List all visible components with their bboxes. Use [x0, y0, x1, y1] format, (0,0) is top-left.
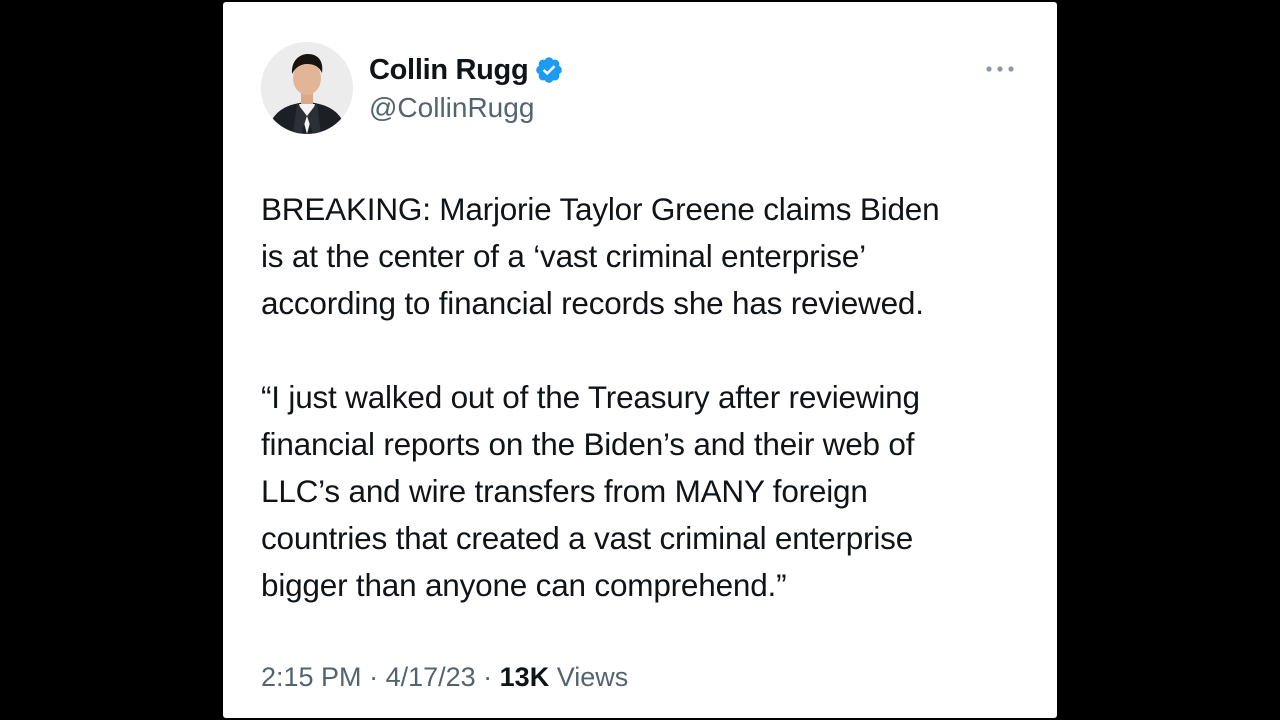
author-display-name[interactable]: Collin Rugg: [369, 54, 529, 87]
avatar-photo-icon: [261, 42, 353, 134]
tweet-paragraph-1: BREAKING: Marjorie Taylor Greene claims …: [261, 191, 940, 321]
video-frame: Collin Rugg @CollinRugg BREAKING: Marjor…: [0, 0, 1280, 720]
tweet-metadata: 2:15 PM · 4/17/23 · 13K Views: [261, 662, 628, 693]
meta-separator-2: ·: [475, 662, 500, 692]
verified-badge-icon[interactable]: [534, 55, 564, 85]
more-horizontal-icon: [986, 66, 1014, 72]
meta-separator-1: ·: [361, 662, 386, 692]
views-label: Views: [549, 662, 629, 692]
tweet-time[interactable]: 2:15 PM: [261, 662, 362, 692]
author-avatar[interactable]: [261, 42, 353, 134]
views-count: 13K: [499, 662, 550, 692]
tweet-paragraph-2: “I just walked out of the Treasury after…: [261, 379, 920, 603]
tweet-body: BREAKING: Marjorie Taylor Greene claims …: [261, 186, 1031, 609]
author-name-row: Collin Rugg: [369, 52, 564, 88]
author-handle[interactable]: @CollinRugg: [369, 92, 534, 124]
tweet-date[interactable]: 4/17/23: [386, 662, 476, 692]
tweet-card: Collin Rugg @CollinRugg BREAKING: Marjor…: [223, 2, 1057, 718]
more-options-button[interactable]: [980, 54, 1020, 84]
